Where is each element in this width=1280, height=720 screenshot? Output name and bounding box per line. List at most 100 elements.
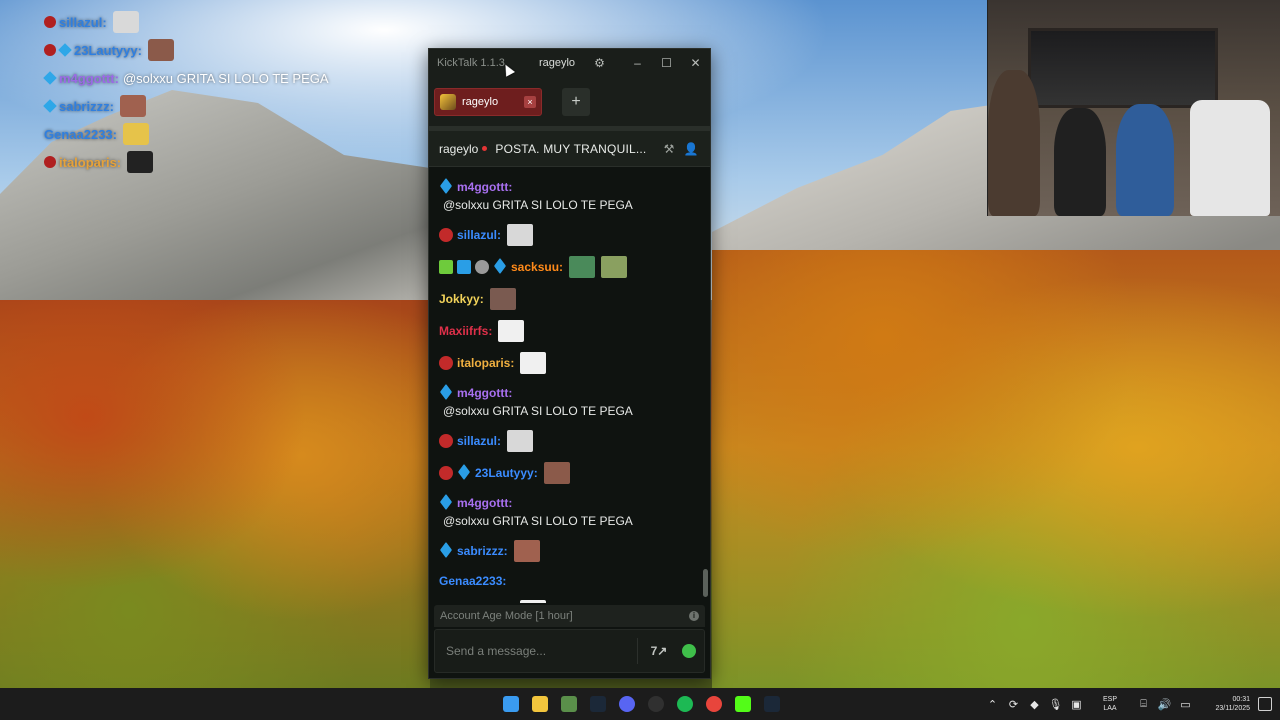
chat-username[interactable]: m4ggottt: (457, 384, 512, 402)
chat-text: @solxxu GRITA SI LOLO TE PEGA (443, 198, 633, 212)
emote-image[interactable] (507, 224, 534, 246)
tray-shield-icon[interactable]: ▣ (1066, 688, 1087, 720)
chat-username[interactable]: Jokkyy: (439, 290, 484, 308)
chat-message: Maxiifrfs: (439, 315, 701, 347)
chat-message: sabrizzz: (439, 535, 701, 567)
chat-username[interactable]: m4ggottt: (457, 494, 512, 512)
chat-username[interactable]: italoparis: (457, 354, 514, 372)
stream-title: POSTA. MUY TRANQUIL... (495, 141, 647, 156)
mod-badge-icon[interactable] (439, 434, 453, 448)
maximize-icon[interactable]: ☐ (652, 49, 681, 77)
chat-mode-label: Account Age Mode [1 hour] (440, 610, 573, 622)
emote-image[interactable] (498, 320, 525, 342)
game-icon[interactable] (554, 688, 583, 720)
channel-name[interactable]: rageylo (439, 142, 478, 156)
mod-sword-icon[interactable]: ⚒ (660, 140, 678, 158)
chat-message: italoparis: (439, 347, 701, 379)
overlay-username: italoparis: (59, 154, 122, 170)
chat-username[interactable]: sillazul: (457, 432, 501, 450)
obs-icon[interactable] (641, 688, 670, 720)
overlay-line: sillazul: (44, 8, 329, 36)
close-window-icon[interactable]: ✕ (681, 49, 710, 77)
tab-label: rageylo (462, 95, 499, 108)
emote-image[interactable] (520, 600, 547, 603)
chat-username[interactable]: m4ggottt: (457, 178, 512, 196)
steam-icon-2[interactable] (757, 688, 786, 720)
overlay-username: sabrizzz: (59, 98, 114, 114)
channel-tabs: rageylo × + (429, 77, 710, 131)
spotify-icon[interactable] (670, 688, 699, 720)
tray-mic-icon[interactable]: 🎙 (1045, 688, 1066, 720)
subscriber-badge-icon[interactable] (439, 496, 453, 510)
chat-username[interactable]: sacksuu: (511, 258, 563, 276)
webcam-chair (1190, 100, 1270, 216)
chat-message: Genaa2233: (439, 567, 701, 595)
kick-icon[interactable] (728, 688, 757, 720)
add-tab-button[interactable]: + (562, 87, 590, 116)
network-icon[interactable]: ⌸ (1133, 688, 1154, 720)
subscriber-badge-icon[interactable] (439, 180, 453, 194)
badge-icon[interactable] (457, 260, 471, 274)
mod-badge-icon[interactable] (439, 466, 453, 480)
emote-picker-icon[interactable] (674, 636, 704, 666)
notifications-icon[interactable] (1258, 697, 1272, 711)
emote-image[interactable] (507, 430, 534, 452)
settings-gear-icon[interactable]: ⚙ (585, 49, 614, 77)
desktop-forest-left (0, 300, 430, 688)
emote-image[interactable] (601, 256, 628, 278)
minimize-icon[interactable]: – (623, 49, 652, 77)
translate-icon[interactable]: 7↗ (644, 636, 674, 666)
file-explorer-icon[interactable] (525, 688, 554, 720)
chat-messages[interactable]: m4ggottt: @solxxu GRITA SI LOLO TE PEGA si… (429, 173, 701, 603)
chrome-icon[interactable] (699, 688, 728, 720)
subscriber-badge-icon[interactable] (493, 260, 507, 274)
emote-image (127, 151, 154, 173)
subscriber-badge-icon[interactable] (439, 386, 453, 400)
channel-header: rageylo POSTA. MUY TRANQUIL... ⚒ 👤 (429, 131, 710, 167)
chat-username[interactable]: italoparis: (457, 602, 514, 603)
emote-image[interactable] (513, 540, 540, 562)
chat-scrollbar[interactable] (703, 569, 708, 597)
chat-username[interactable]: 23Lautyyy: (475, 464, 538, 482)
emote-image[interactable] (520, 352, 547, 374)
mod-badge-icon[interactable] (439, 356, 453, 370)
subscriber-badge-icon (43, 71, 57, 85)
mod-badge-icon[interactable] (439, 228, 453, 242)
steam-icon[interactable] (583, 688, 612, 720)
overlay-line: Genaa2233: (44, 120, 329, 148)
tray-sync-icon[interactable]: ⟳ (1003, 688, 1024, 720)
battery-icon[interactable]: ▭ (1175, 688, 1196, 720)
chat-username[interactable]: Maxiifrfs: (439, 322, 492, 340)
badge-icon[interactable] (475, 260, 489, 274)
discord-icon[interactable] (612, 688, 641, 720)
webcam-background-window (1028, 28, 1218, 108)
keyboard-language[interactable]: ESP LAA (1095, 695, 1125, 713)
emote-image[interactable] (543, 462, 570, 484)
message-input[interactable] (446, 644, 637, 658)
volume-icon[interactable]: 🔊 (1154, 688, 1175, 720)
tab-rageylo[interactable]: rageylo × (434, 87, 542, 116)
webcam-person-3 (1116, 104, 1174, 216)
user-icon[interactable]: 👤 (682, 140, 700, 158)
badge-icon[interactable] (439, 260, 453, 274)
clock[interactable]: 00:31 23/11/2025 (1196, 695, 1250, 713)
tab-close-icon[interactable]: × (524, 95, 536, 108)
subscriber-badge-icon[interactable] (439, 544, 453, 558)
chat-username[interactable]: Genaa2233: (439, 572, 506, 590)
tray-defender-icon[interactable]: ◆ (1024, 688, 1045, 720)
title-user[interactable]: rageylo (529, 57, 585, 69)
chat-username[interactable]: sabrizzz: (457, 542, 508, 560)
tray-chevron-icon[interactable]: ⌃ (982, 688, 1003, 720)
channel-avatar (440, 93, 456, 110)
info-icon[interactable]: i (689, 611, 699, 621)
overlay-username: sillazul: (59, 14, 107, 30)
windows-start-icon[interactable] (496, 688, 525, 720)
chat-username[interactable]: sillazul: (457, 226, 501, 244)
emote-image[interactable] (569, 256, 596, 278)
overlay-line: italoparis: (44, 148, 329, 176)
subscriber-badge-icon[interactable] (457, 466, 471, 480)
kicktalk-window: KickTalk 1.1.3 rageylo ⚙ – ☐ ✕ rageylo ×… (428, 48, 711, 679)
webcam-person-1 (988, 70, 1040, 216)
overlay-username: 23Lautyyy: (74, 42, 142, 58)
emote-image[interactable] (489, 288, 516, 310)
